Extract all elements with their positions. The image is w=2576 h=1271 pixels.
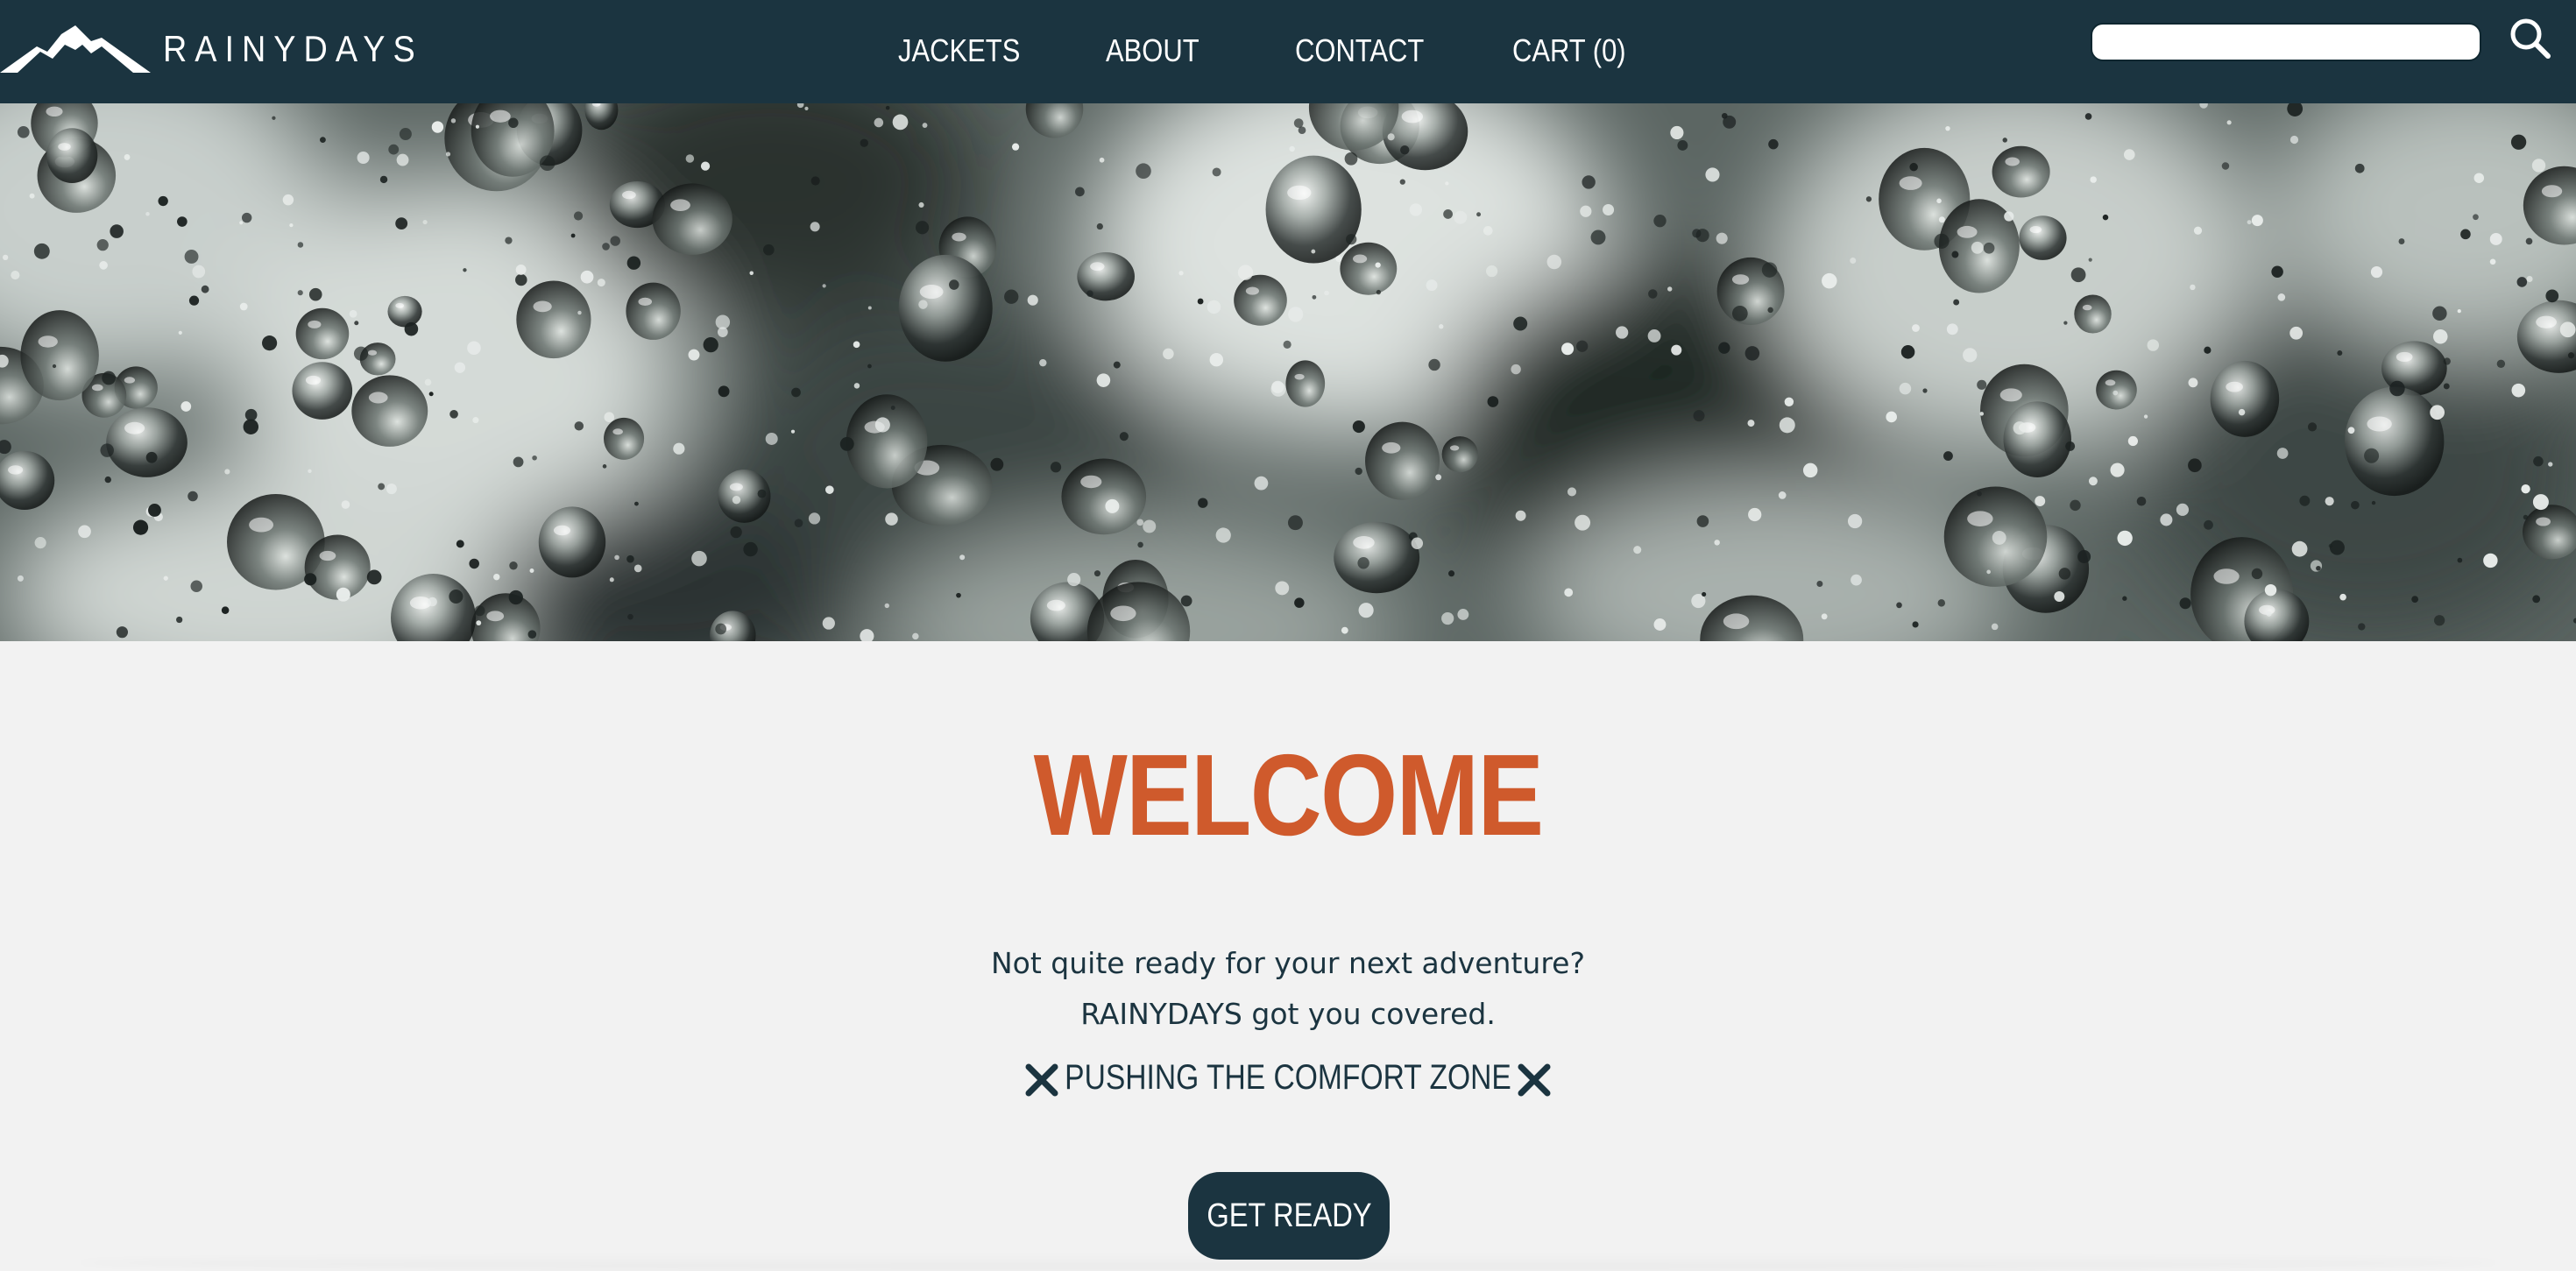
- nav-about-link[interactable]: ABOUT: [1106, 25, 1200, 77]
- search-button[interactable]: [2504, 12, 2557, 65]
- tagline-line-2: RAINYDAYS got you covered.: [1080, 997, 1496, 1031]
- welcome-heading: WELCOME: [1033, 731, 1544, 859]
- hero-banner-image: [0, 103, 2576, 641]
- nav-contact-link[interactable]: CONTACT: [1295, 25, 1424, 77]
- get-ready-button[interactable]: GET READY: [1188, 1172, 1390, 1260]
- nav-cart-link[interactable]: CART (0): [1512, 25, 1626, 77]
- mountain-logo-icon: [0, 25, 151, 73]
- page: RAINYDAYS JACKETS ABOUT CONTACT CART (0): [0, 0, 2576, 1271]
- tagline-line-1: Not quite ready for your next adventure?: [991, 946, 1585, 980]
- welcome-section: WELCOME Not quite ready for your next ad…: [0, 641, 2576, 1271]
- search-icon: [2510, 18, 2551, 59]
- get-ready-label: GET READY: [1206, 1197, 1372, 1234]
- raindrops-image: [0, 103, 2576, 641]
- brand-name: RAINYDAYS: [163, 28, 423, 69]
- search-input[interactable]: [2091, 23, 2481, 61]
- brand-logo[interactable]: RAINYDAYS: [0, 23, 452, 75]
- slogan-text: PUSHING THE COMFORT ZONE: [1065, 1058, 1511, 1097]
- top-navigation-bar: RAINYDAYS JACKETS ABOUT CONTACT CART (0): [0, 0, 2576, 103]
- nav-jackets-link[interactable]: JACKETS: [898, 25, 1020, 77]
- close-x-icon: [1518, 1063, 1551, 1097]
- slogan-row: PUSHING THE COMFORT ZONE: [0, 1051, 2576, 1112]
